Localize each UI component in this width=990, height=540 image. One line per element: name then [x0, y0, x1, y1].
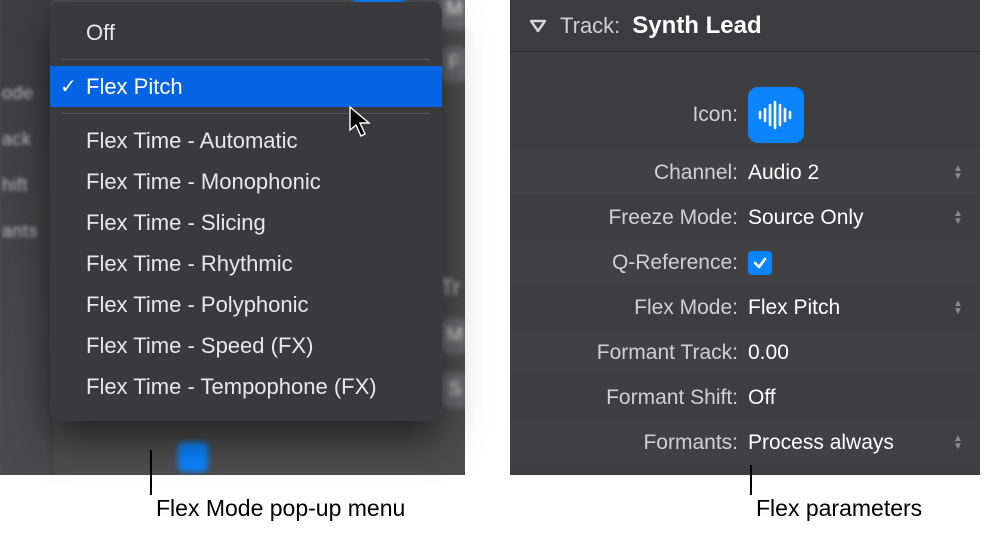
menu-item-label: Flex Time - Tempophone (FX) [86, 374, 377, 400]
stepper-icon[interactable]: ▲▼ [950, 210, 966, 226]
callout-label-right: Flex parameters [756, 495, 922, 522]
param-row-q-reference: Q-Reference: [510, 240, 980, 285]
param-label: Freeze Mode: [510, 206, 748, 230]
param-row-flex-mode: Flex Mode: Flex Pitch ▲▼ [510, 285, 980, 330]
disclosure-triangle-icon[interactable] [528, 16, 548, 36]
stepper-icon[interactable]: ▲▼ [950, 165, 966, 181]
callout-line [150, 450, 152, 495]
param-label: Flex Mode: [510, 296, 748, 320]
q-reference-checkbox[interactable] [748, 251, 772, 275]
param-row-formant-track: Formant Track: 0.00 [510, 330, 980, 375]
menu-item-flex-pitch[interactable]: ✓ Flex Pitch [50, 66, 442, 107]
param-row-formant-shift: Formant Shift: Off [510, 375, 980, 420]
menu-item-label: Flex Time - Rhythmic [86, 251, 293, 277]
menu-item-ft-automatic[interactable]: Flex Time - Automatic [50, 120, 442, 161]
param-value-flex-mode[interactable]: Flex Pitch ▲▼ [748, 296, 980, 320]
bg-text: ode [0, 70, 52, 116]
menu-item-label: Flex Time - Monophonic [86, 169, 321, 195]
param-value-formant-track[interactable]: 0.00 [748, 341, 980, 365]
menu-item-ft-speed[interactable]: Flex Time - Speed (FX) [50, 325, 442, 366]
flex-mode-popup[interactable]: Off ✓ Flex Pitch Flex Time - Automatic F… [50, 2, 442, 421]
menu-separator [62, 59, 430, 60]
stepper-icon[interactable]: ▲▼ [950, 435, 966, 451]
bg-text: F [448, 52, 460, 75]
param-value-freeze-mode[interactable]: Source Only ▲▼ [748, 206, 980, 230]
bg-text: ants [0, 208, 52, 254]
bg-text: ack [0, 116, 52, 162]
param-value-formant-shift[interactable]: Off [748, 386, 980, 410]
stepper-icon[interactable]: ▲▼ [950, 300, 966, 316]
menu-item-ft-rhythmic[interactable]: Flex Time - Rhythmic [50, 243, 442, 284]
menu-item-ft-tempophone[interactable]: Flex Time - Tempophone (FX) [50, 366, 442, 407]
param-label: Formants: [510, 431, 748, 455]
param-label: Icon: [510, 103, 748, 127]
menu-item-label: Flex Time - Automatic [86, 128, 298, 154]
waveform-icon [756, 100, 796, 130]
inspector-header-value: Synth Lead [632, 12, 761, 40]
menu-item-ft-slicing[interactable]: Flex Time - Slicing [50, 202, 442, 243]
param-row-icon: Icon: [510, 80, 980, 150]
param-label: Channel: [510, 161, 748, 185]
menu-item-label: Flex Time - Polyphonic [86, 292, 309, 318]
menu-item-label: Off [86, 20, 115, 46]
menu-item-label: Flex Pitch [86, 74, 183, 100]
menu-item-ft-polyphonic[interactable]: Flex Time - Polyphonic [50, 284, 442, 325]
menu-separator [62, 113, 430, 114]
checkmark-icon [752, 255, 768, 271]
param-label: Formant Shift: [510, 386, 748, 410]
bg-text: M [446, 324, 463, 347]
param-row-formants: Formants: Process always ▲▼ [510, 420, 980, 465]
param-row-freeze-mode: Freeze Mode: Source Only ▲▼ [510, 195, 980, 240]
param-value-formants[interactable]: Process always ▲▼ [748, 431, 980, 455]
bg-text: Tr [440, 275, 460, 301]
callout-label-left: Flex Mode pop-up menu [156, 495, 405, 522]
menu-item-off[interactable]: Off [50, 12, 442, 53]
menu-item-ft-monophonic[interactable]: Flex Time - Monophonic [50, 161, 442, 202]
param-label: Formant Track: [510, 341, 748, 365]
checkmark-icon: ✓ [60, 74, 77, 99]
track-icon-button[interactable] [748, 87, 804, 143]
menu-item-label: Flex Time - Speed (FX) [86, 333, 313, 359]
param-value-channel[interactable]: Audio 2 ▲▼ [748, 161, 980, 185]
menu-item-label: Flex Time - Slicing [86, 210, 266, 236]
param-row-channel: Channel: Audio 2 ▲▼ [510, 150, 980, 195]
inspector-header-label: Track: [560, 13, 620, 39]
bg-text: S [448, 378, 461, 401]
track-inspector: Track: Synth Lead Icon: [510, 0, 980, 475]
param-label: Q-Reference: [510, 251, 748, 275]
bg-text: hift [0, 162, 52, 208]
bg-text: M [446, 0, 463, 21]
inspector-header[interactable]: Track: Synth Lead [510, 0, 980, 52]
callout-line [750, 465, 752, 495]
